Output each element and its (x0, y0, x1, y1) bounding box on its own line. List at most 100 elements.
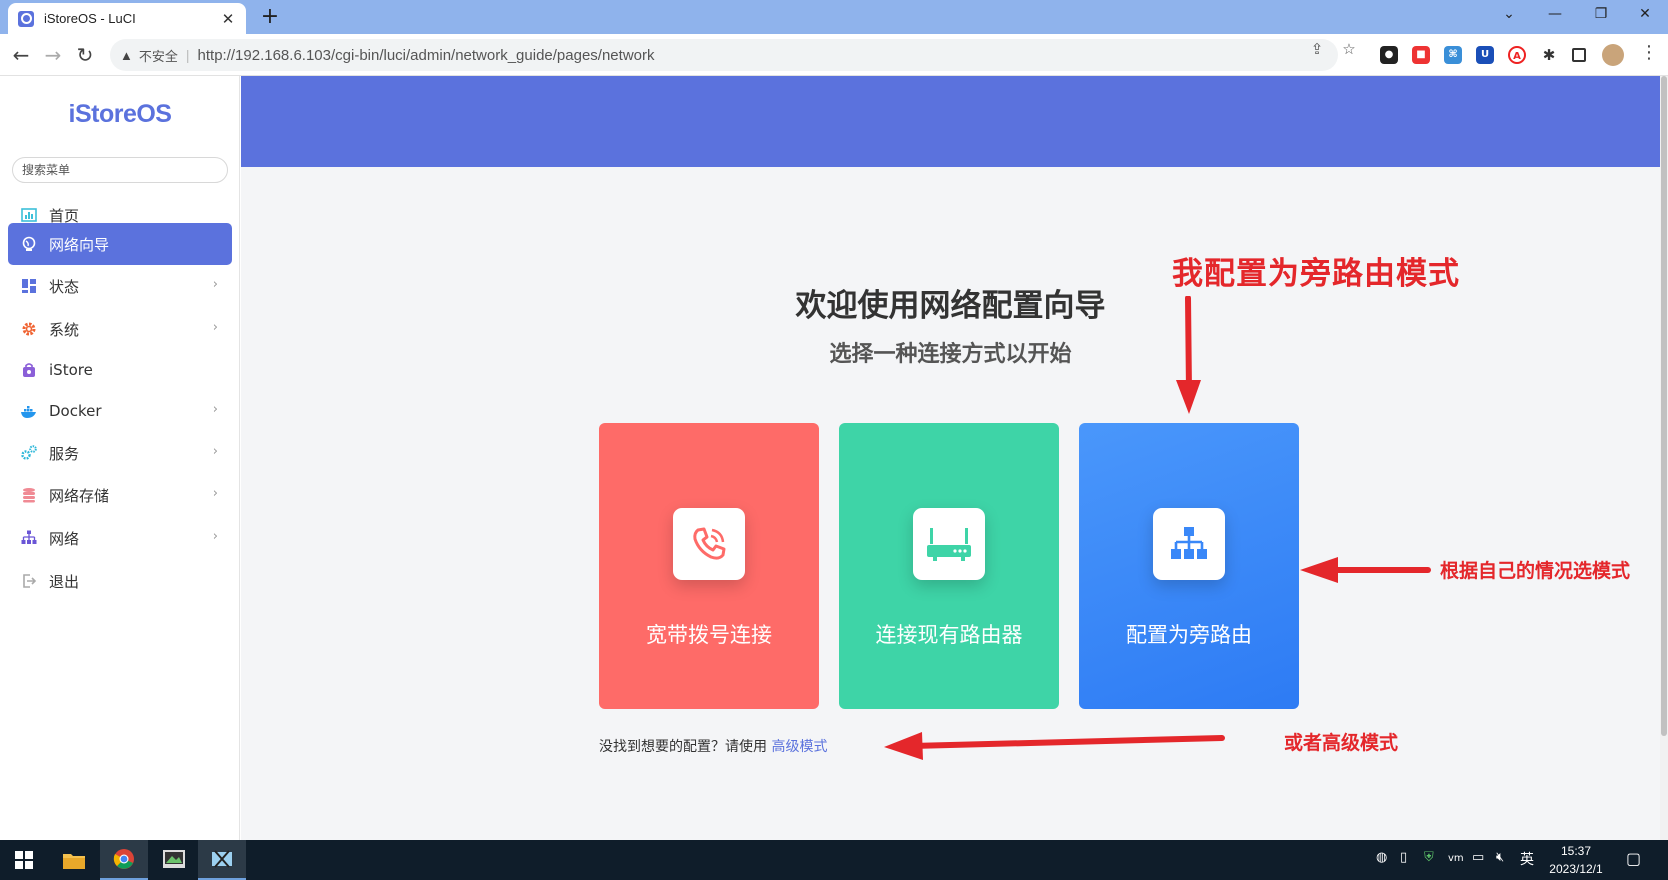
extension-icon[interactable]: ■ (1412, 46, 1430, 64)
side-panel-icon[interactable] (1572, 48, 1586, 62)
bookmark-star-icon[interactable]: ☆ (1338, 40, 1360, 58)
dashboard-icon (21, 207, 37, 223)
chrome-taskbar-button[interactable] (100, 840, 148, 880)
usb-icon[interactable]: ▯ (1400, 850, 1407, 865)
adblock-icon[interactable]: A (1508, 46, 1526, 64)
docker-icon (21, 403, 37, 419)
annotation-arrow-down (1176, 296, 1201, 414)
back-button[interactable]: ← (8, 42, 34, 68)
header-banner (241, 76, 1660, 167)
network-globe-icon[interactable]: ◍ (1376, 850, 1387, 865)
chevron-right-icon: › (212, 529, 218, 544)
folder-icon (63, 854, 85, 869)
security-label: 不安全 (138, 48, 178, 64)
new-tab-button[interactable]: + (258, 5, 282, 29)
browser-tab[interactable]: iStoreOS - LuCI ✕ (8, 3, 246, 34)
extension-icon[interactable]: ⌘ (1444, 46, 1462, 64)
volume-muted-icon[interactable]: 🔇︎ (1496, 850, 1504, 865)
chevron-right-icon: › (212, 444, 218, 459)
app-taskbar-button[interactable] (150, 840, 198, 880)
sidebar-item-label: Docker (49, 402, 102, 420)
sidebar-item-label: 网络存储 (49, 486, 110, 505)
browser-menu-icon[interactable]: ⋮ (1638, 42, 1660, 63)
menu-search-input[interactable] (12, 157, 228, 183)
address-divider: | (185, 47, 190, 63)
sidebar-item-network[interactable]: 网络 › (8, 517, 232, 559)
clock-time: 15:37 (1560, 844, 1592, 858)
tab-title: iStoreOS - LuCI (44, 11, 136, 26)
chevron-right-icon: › (212, 486, 218, 501)
sidebar: iStoreOS 首页 网络向导 状态 › 系统 › iStore (0, 76, 240, 840)
advanced-mode-link[interactable]: 高级模式 (771, 739, 827, 755)
address-bar[interactable]: ▲ 不安全 | http://192.168.6.103/cgi-bin/luc… (110, 39, 1338, 71)
router-icon (913, 508, 985, 580)
sitemap-icon (21, 530, 37, 546)
card-label: 连接现有路由器 (875, 623, 1023, 647)
gear-icon (21, 321, 37, 337)
advanced-mode-note: 没找到想要的配置？请使用 高级模式 (599, 736, 827, 756)
extension-icon[interactable]: ● (1380, 46, 1398, 64)
sidebar-item-label: iStore (49, 361, 93, 379)
site-favicon-icon (18, 10, 34, 27)
minimize-button[interactable]: — (1532, 0, 1578, 30)
sidebar-item-istore[interactable]: iStore (8, 349, 232, 391)
chrome-icon (113, 849, 134, 869)
annotation-arrow-left (1300, 557, 1431, 583)
chevron-right-icon: › (212, 320, 218, 335)
notification-center-icon[interactable]: ▢ (1626, 849, 1641, 868)
share-icon[interactable]: ⇪ (1306, 40, 1328, 58)
app-taskbar-button[interactable] (198, 840, 246, 880)
warning-icon: ▲ (120, 47, 133, 63)
restore-button[interactable]: ❐ (1578, 0, 1624, 30)
windows-taskbar: ◍ ▯ ⛨ vm ▭ 🔇︎ 英 15:37 2023/12/1 ▢ (0, 840, 1668, 880)
sidebar-item-services[interactable]: 服务 › (8, 432, 232, 474)
defender-shield-icon[interactable]: ⛨ (1424, 850, 1434, 865)
sidebar-item-status[interactable]: 状态 › (8, 265, 232, 307)
browser-toolbar: ← → ↻ ▲ 不安全 | http://192.168.6.103/cgi-b… (0, 34, 1668, 76)
bypass-router-card[interactable]: 配置为旁路由 (1079, 423, 1299, 709)
annotation-bottom: 或者高级模式 (1284, 732, 1399, 754)
chevron-right-icon: › (212, 277, 218, 292)
network-icon (1153, 508, 1225, 580)
database-icon (21, 487, 37, 503)
vmware-icon[interactable]: vm (1448, 853, 1464, 864)
grid-icon (21, 278, 37, 294)
forward-button[interactable]: → (40, 42, 66, 68)
image-app-icon (163, 850, 185, 868)
close-window-button[interactable]: ✕ (1622, 0, 1668, 30)
bag-icon (21, 362, 37, 378)
globe-icon (21, 236, 37, 252)
extensions-puzzle-icon[interactable]: ✱ (1540, 46, 1558, 64)
tab-close-icon[interactable]: ✕ (220, 10, 236, 28)
reload-button[interactable]: ↻ (72, 42, 98, 68)
tab-search-chevron-icon[interactable]: ⌄ (1486, 0, 1532, 30)
start-button[interactable] (0, 840, 48, 880)
sidebar-item-logout[interactable]: 退出 (8, 560, 232, 602)
ime-indicator[interactable]: 英 (1520, 849, 1534, 869)
sidebar-item-label: 系统 (49, 320, 80, 339)
sidebar-item-network-guide[interactable]: 网络向导 (8, 223, 232, 265)
sidebar-item-label: 退出 (49, 572, 80, 591)
annotation-arrow-bottom (884, 732, 1225, 760)
sidebar-item-system[interactable]: 系统 › (8, 308, 232, 350)
profile-avatar[interactable] (1602, 44, 1624, 66)
footer-text: 没找到想要的配置？请使用 (599, 739, 767, 755)
existing-router-card[interactable]: 连接现有路由器 (839, 423, 1059, 709)
sidebar-item-label: 网络 (49, 529, 80, 548)
system-clock[interactable]: 15:37 2023/12/1 (1536, 842, 1616, 878)
bitwarden-icon[interactable]: U (1476, 46, 1494, 64)
card-label: 宽带拨号连接 (646, 623, 772, 647)
windows-logo-icon (15, 851, 33, 869)
gears-icon (21, 445, 37, 461)
scrollbar-thumb[interactable] (1661, 76, 1667, 736)
wizard-subtitle: 选择一种连接方式以开始 (829, 342, 1072, 367)
sidebar-item-nas[interactable]: 网络存储 › (8, 474, 232, 516)
card-label: 配置为旁路由 (1126, 623, 1252, 647)
brand-logo[interactable]: iStoreOS (0, 100, 240, 129)
pppoe-card[interactable]: 宽带拨号连接 (599, 423, 819, 709)
chevron-right-icon: › (212, 402, 218, 417)
sidebar-item-docker[interactable]: Docker › (8, 390, 232, 432)
network-status-icon[interactable]: ▭ (1472, 850, 1484, 865)
url-text[interactable]: http://192.168.6.103/cgi-bin/luci/admin/… (198, 47, 655, 64)
file-explorer-button[interactable] (50, 840, 98, 880)
